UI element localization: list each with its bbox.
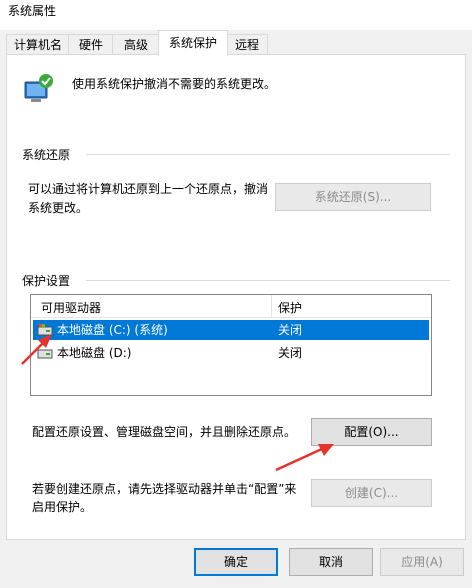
configure-description: 配置还原设置、管理磁盘空间，并且删除还原点。 [32,425,297,439]
drive-row-c[interactable]: 本地磁盘 (C:) (系统) 关闭 [33,320,429,340]
create-description: 若要创建还原点，请先选择驱动器并单击“配置”来启用保护。 [32,482,297,514]
drive-name: 本地磁盘 (C:) (系统) [57,323,168,337]
column-separator [271,295,272,317]
restore-group-title: 系统还原 [22,148,71,162]
drive-list-header: 可用驱动器 保护 [31,295,431,318]
create-button[interactable]: 创建(C)... [311,479,432,507]
window-title: 系统属性 [8,4,57,18]
tab-remote[interactable]: 远程 [226,34,268,55]
tab-hardware[interactable]: 硬件 [68,34,114,55]
header-description: 使用系统保护撤消不需要的系统更改。 [72,77,277,91]
ok-button[interactable]: 确定 [194,548,278,576]
title-bar: 系统属性 [0,0,472,30]
drive-status: 关闭 [278,323,303,337]
column-header-drives[interactable]: 可用驱动器 [41,299,101,316]
restore-group-divider [86,154,450,155]
protection-group-title: 保护设置 [22,274,71,288]
tab-computer-name[interactable]: 计算机名 [6,34,70,55]
apply-button[interactable]: 应用(A) [380,548,464,576]
column-header-protection[interactable]: 保护 [278,299,302,316]
cancel-button[interactable]: 取消 [289,548,373,576]
tab-system-protection[interactable]: 系统保护 [158,30,228,56]
drive-row-d[interactable]: 本地磁盘 (D:) 关闭 [33,343,429,363]
drive-list[interactable]: 可用驱动器 保护 本地磁盘 (C:) (系统) 关闭 本地磁盘 (D:) 关闭 [30,294,432,396]
annotation-arrow-icon [275,444,334,472]
annotation-arrow-icon [21,334,52,365]
drive-name: 本地磁盘 (D:) [57,346,132,360]
protection-group-divider [86,280,450,281]
system-protection-icon [24,74,53,102]
tab-advanced[interactable]: 高级 [112,34,160,55]
drive-status: 关闭 [278,346,303,360]
restore-description: 可以通过将计算机还原到上一个还原点，撤消系统更改。 [28,182,269,215]
system-restore-button[interactable]: 系统还原(S)... [275,183,431,211]
